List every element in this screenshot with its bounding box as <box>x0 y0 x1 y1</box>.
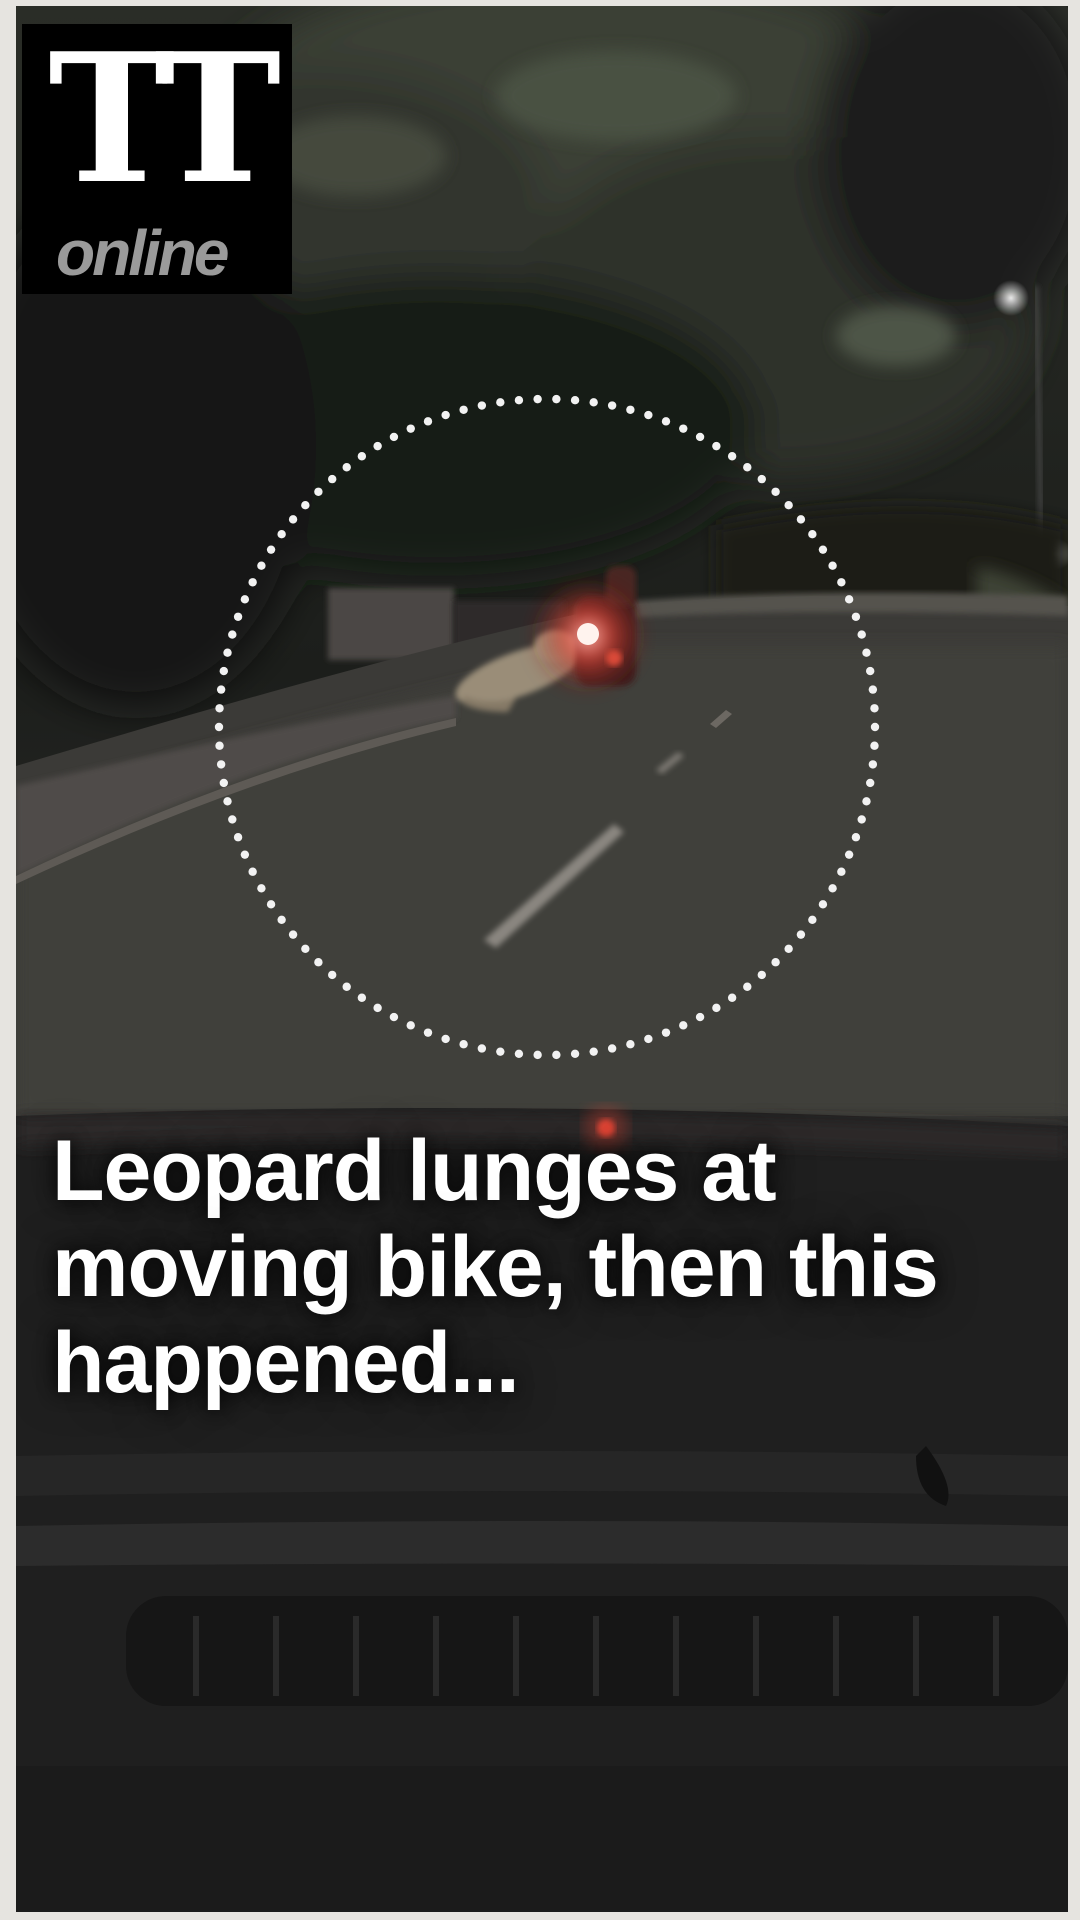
story-card[interactable]: TT online Leopard lunges at moving bike,… <box>16 6 1068 1912</box>
brand-logo[interactable]: TT online <box>22 24 292 294</box>
logo-wordmark: online <box>56 217 229 289</box>
logo-mark: TT <box>48 24 281 223</box>
story-headline: Leopard lunges at moving bike, then this… <box>52 1123 939 1411</box>
